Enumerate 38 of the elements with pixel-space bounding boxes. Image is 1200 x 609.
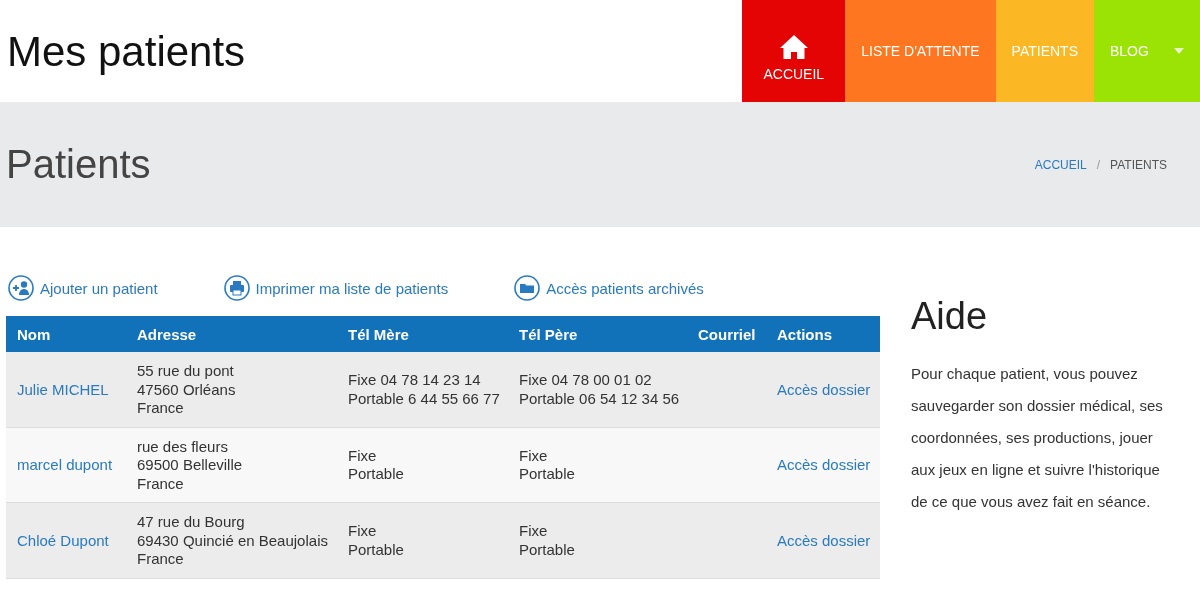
- action-link[interactable]: Ajouter un patient: [8, 275, 158, 301]
- breadcrumb-current: PATIENTS: [1110, 157, 1167, 172]
- help-text: Pour chaque patient, vous pouvez sauvegarder son dossier médical, ses coordonnées, ses productions, jouer aux jeux en ligne et suivre l'historique de ce que vous avez fait en séance.: [911, 364, 1164, 512]
- column-header: Adresse: [126, 316, 337, 352]
- page-title: Patients: [6, 142, 151, 187]
- nav-item[interactable]: ACCUEIL: [742, 0, 846, 102]
- folder-icon: [514, 275, 541, 301]
- phone-cell: Fixe Portable: [508, 503, 687, 579]
- caret-icon: [1174, 48, 1184, 54]
- breadcrumb-link[interactable]: ACCUEIL: [1034, 157, 1087, 172]
- column-header: Nom: [6, 316, 126, 352]
- phone-cell: Fixe Portable: [508, 427, 687, 503]
- patient-name-link[interactable]: Julie MICHEL: [17, 380, 109, 399]
- address-cell: 55 rue du pont 47560 Orléans France: [126, 352, 337, 428]
- add-person-icon: [8, 275, 34, 301]
- phone-cell: Fixe 04 78 14 23 14 Portable 6 44 55 66 77: [337, 352, 508, 428]
- phone-cell: Fixe Portable: [337, 503, 508, 579]
- patient-name-link[interactable]: marcel dupont: [17, 456, 113, 475]
- column-header: Actions: [766, 316, 880, 352]
- patient-name-link[interactable]: Chloé Dupont: [17, 531, 109, 550]
- column-header: Tél Mère: [337, 316, 508, 352]
- breadcrumb-separator: /: [1096, 157, 1101, 172]
- action-link[interactable]: Accès patients archivés: [514, 275, 704, 301]
- phone-cell: Fixe Portable: [337, 427, 508, 503]
- phone-cell: Fixe 04 78 00 01 02 Portable 06 54 12 34 56: [508, 352, 687, 428]
- home-icon: [778, 34, 809, 60]
- open-file-link[interactable]: Accès dossier: [777, 380, 871, 399]
- nav-item[interactable]: LISTE D'ATTENTE: [845, 0, 996, 102]
- column-header: Courriel: [687, 316, 766, 352]
- address-cell: rue des fleurs 69500 Belleville France: [126, 427, 337, 503]
- action-link[interactable]: Imprimer ma liste de patients: [223, 275, 449, 301]
- help-title: Aide: [911, 295, 989, 338]
- printer-icon: [223, 275, 250, 301]
- column-header: Tél Père: [508, 316, 687, 352]
- address-cell: 47 rue du Bourg 69430 Quincié en Beaujolais France: [126, 503, 337, 579]
- open-file-link[interactable]: Accès dossier: [777, 531, 871, 550]
- site-title: Mes patients: [7, 28, 246, 77]
- open-file-link[interactable]: Accès dossier: [777, 456, 871, 475]
